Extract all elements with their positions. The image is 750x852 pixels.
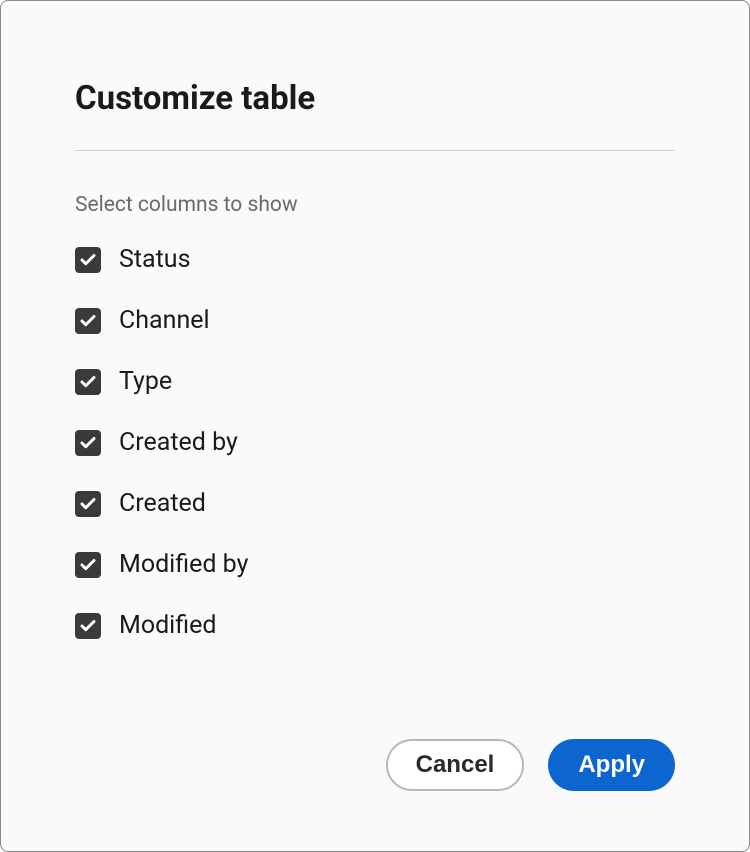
- checkbox-created[interactable]: [75, 491, 101, 517]
- checkbox-type[interactable]: [75, 369, 101, 395]
- checkbox-created-by[interactable]: [75, 430, 101, 456]
- checkmark-icon: [79, 434, 97, 452]
- column-label: Created by: [119, 428, 238, 457]
- divider: [75, 150, 675, 151]
- customize-table-dialog: Customize table Select columns to show S…: [0, 0, 750, 852]
- checkbox-status[interactable]: [75, 247, 101, 273]
- checkbox-channel[interactable]: [75, 308, 101, 334]
- column-item-type[interactable]: Type: [75, 367, 675, 396]
- dialog-button-row: Cancel Apply: [386, 739, 675, 791]
- column-label: Status: [119, 245, 190, 274]
- section-label: Select columns to show: [75, 193, 675, 217]
- column-label: Modified by: [119, 550, 248, 579]
- column-item-modified-by[interactable]: Modified by: [75, 550, 675, 579]
- column-label: Modified: [119, 611, 216, 640]
- checkmark-icon: [79, 617, 97, 635]
- column-item-status[interactable]: Status: [75, 245, 675, 274]
- column-label: Created: [119, 489, 206, 518]
- cancel-button[interactable]: Cancel: [386, 739, 525, 791]
- dialog-title: Customize table: [75, 79, 675, 118]
- column-label: Type: [119, 367, 172, 396]
- column-item-created[interactable]: Created: [75, 489, 675, 518]
- checkmark-icon: [79, 373, 97, 391]
- checkmark-icon: [79, 556, 97, 574]
- checkbox-modified-by[interactable]: [75, 552, 101, 578]
- column-list: Status Channel Type Created by Created: [75, 245, 675, 640]
- checkmark-icon: [79, 312, 97, 330]
- column-item-created-by[interactable]: Created by: [75, 428, 675, 457]
- apply-button[interactable]: Apply: [548, 739, 675, 791]
- checkbox-modified[interactable]: [75, 613, 101, 639]
- column-label: Channel: [119, 306, 210, 335]
- column-item-modified[interactable]: Modified: [75, 611, 675, 640]
- column-item-channel[interactable]: Channel: [75, 306, 675, 335]
- checkmark-icon: [79, 495, 97, 513]
- checkmark-icon: [79, 251, 97, 269]
